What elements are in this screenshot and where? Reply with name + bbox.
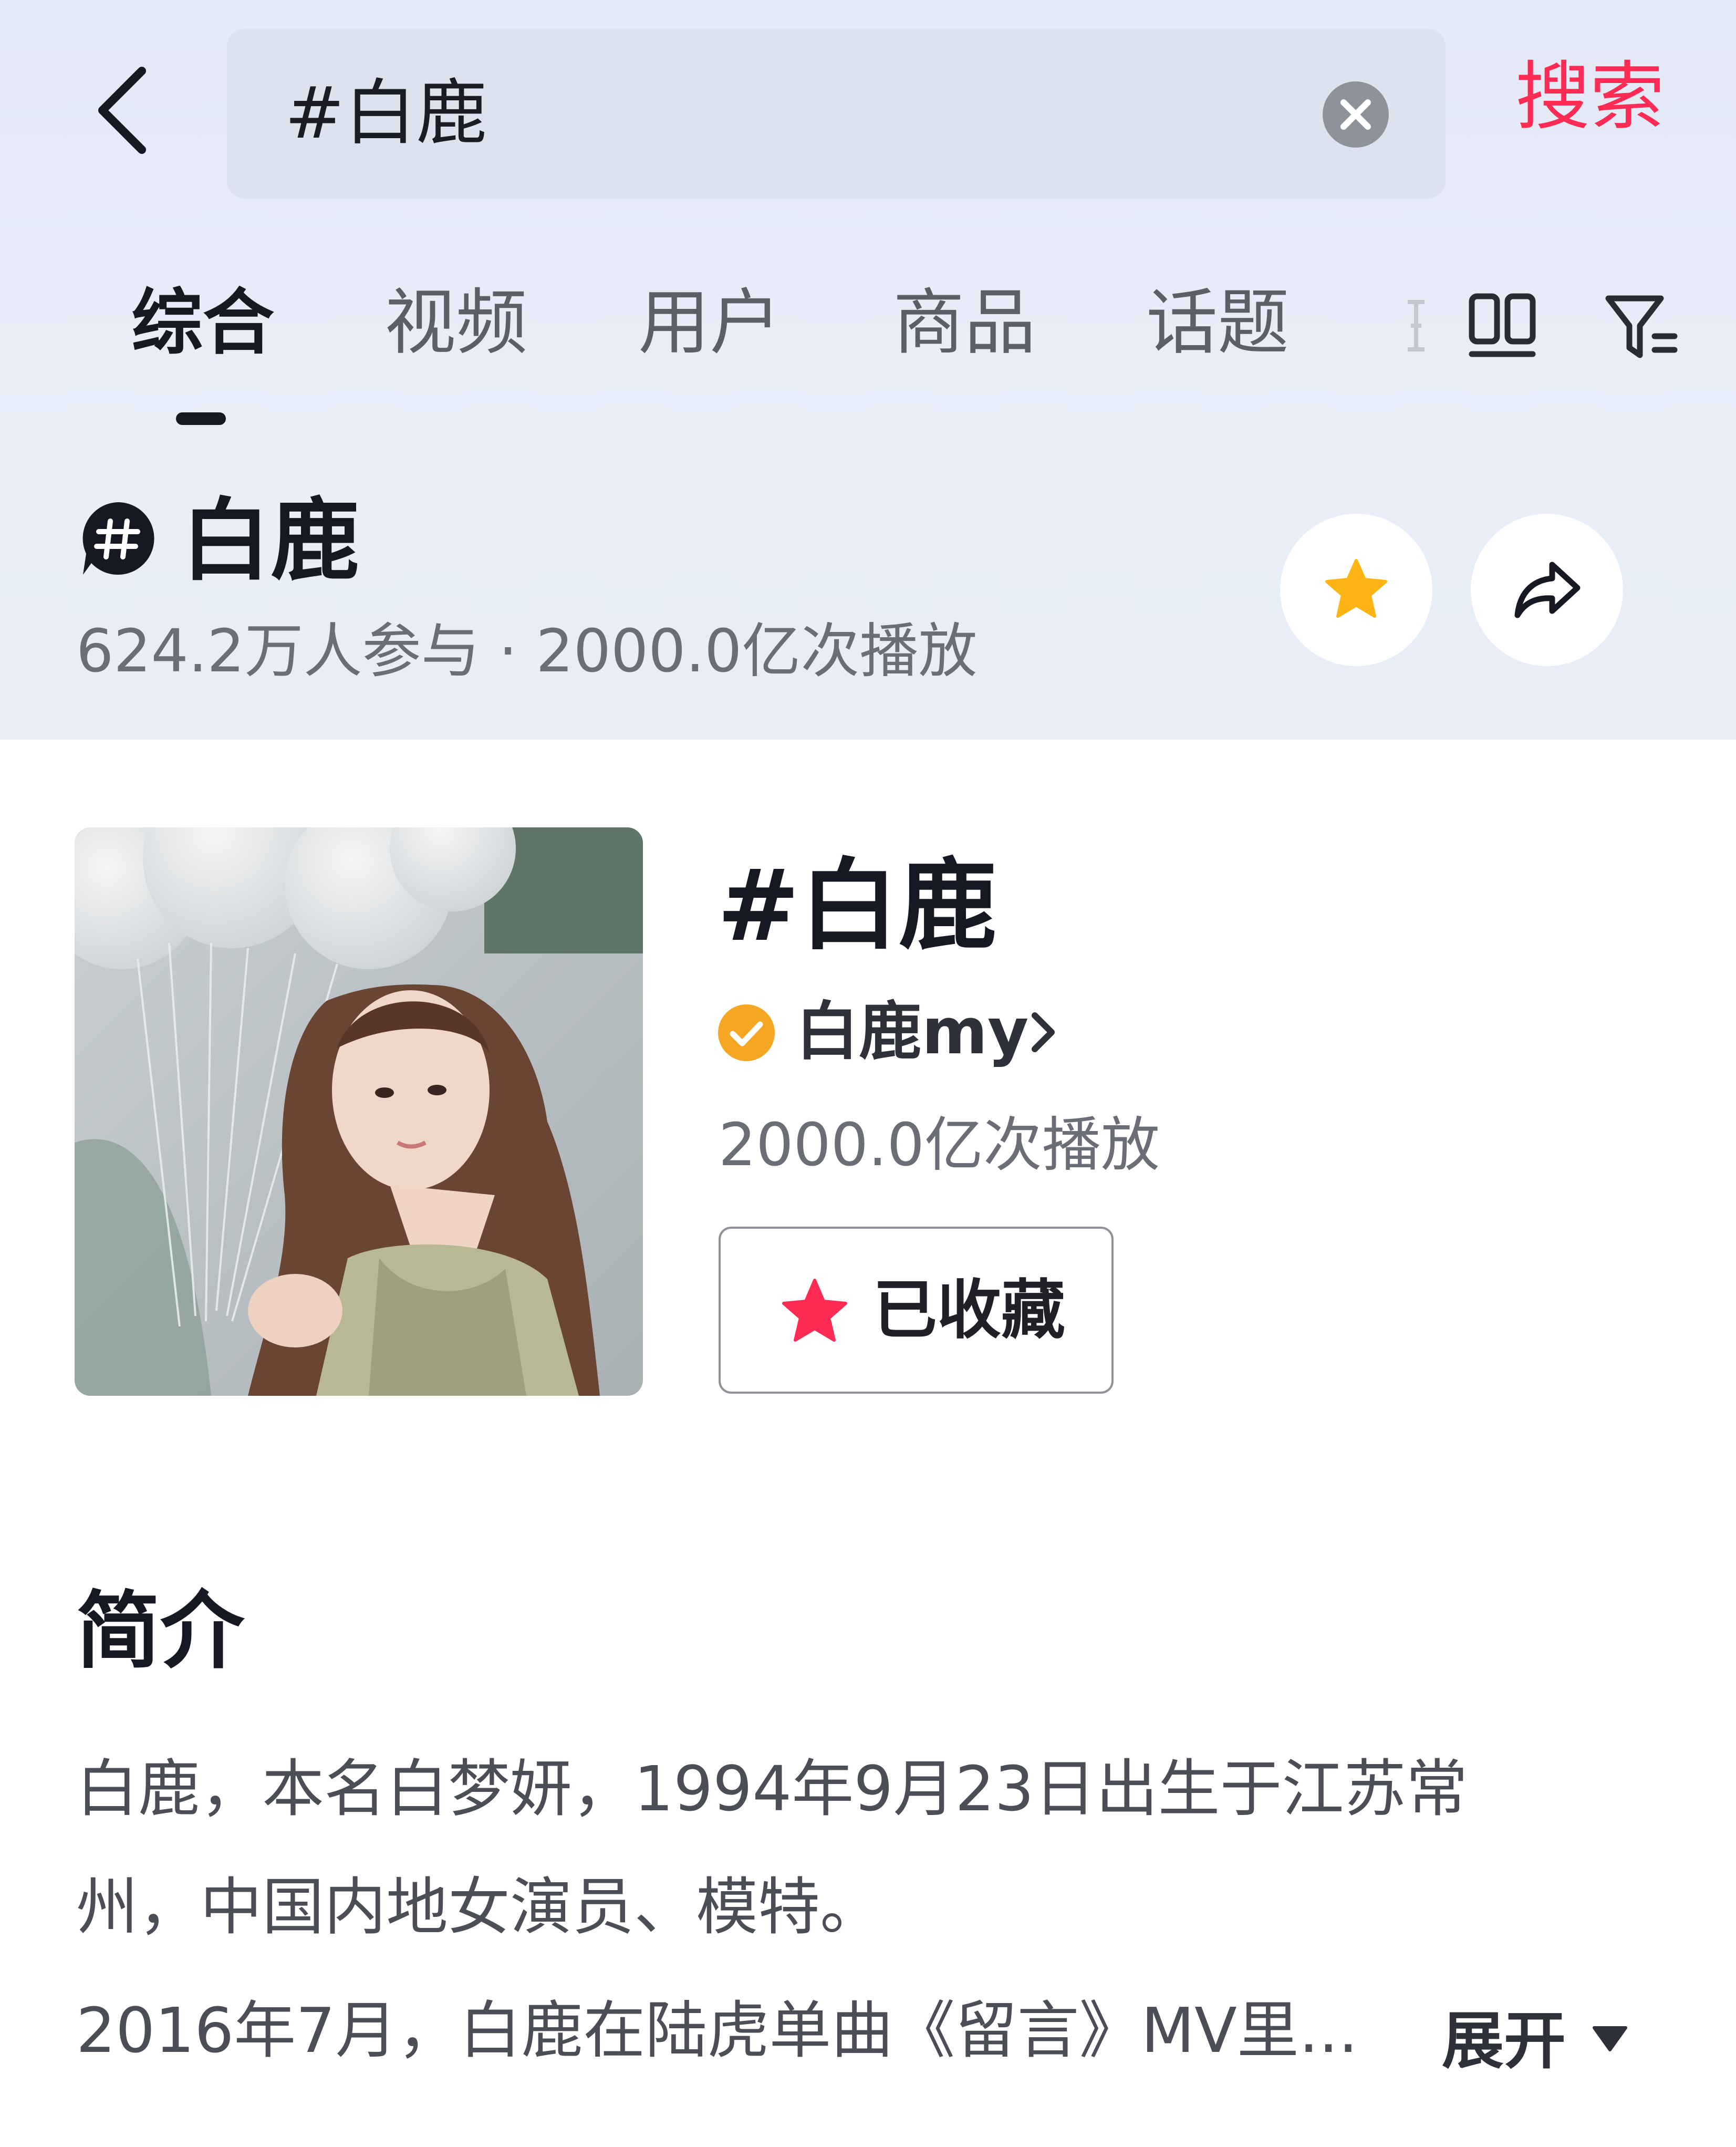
topic-cover-image[interactable] xyxy=(75,827,643,1396)
chevron-right-icon[interactable] xyxy=(1024,1006,1061,1059)
tab-partial-clipped[interactable] xyxy=(1404,297,1429,355)
topic-name: 白鹿 xyxy=(181,489,360,593)
intro-line-2: 州，中国内地女演员、模特。 xyxy=(76,1871,882,1943)
hashtag-bubble-icon xyxy=(79,499,158,578)
expand-button[interactable]: 展开 xyxy=(1442,1983,1566,2099)
search-input[interactable]: #白鹿 xyxy=(285,29,487,199)
card-title: #白鹿 xyxy=(717,848,997,963)
search-button[interactable]: 搜索 xyxy=(1515,47,1665,147)
caret-down-icon[interactable] xyxy=(1589,2017,1631,2059)
chevron-left-icon xyxy=(98,67,146,154)
author-link[interactable]: 白鹿my xyxy=(796,988,1028,1077)
share-button[interactable] xyxy=(1471,514,1623,666)
card-play-count: 2000.0亿次播放 xyxy=(719,1111,1160,1179)
filter-icon[interactable] xyxy=(1602,288,1681,367)
tab-products[interactable]: 商品 xyxy=(893,273,1036,373)
double-column-icon[interactable] xyxy=(1465,289,1539,362)
tab-users[interactable]: 用户 xyxy=(638,273,781,373)
verified-check-icon xyxy=(717,1003,776,1062)
star-filled-icon xyxy=(782,1279,847,1342)
tab-topics[interactable]: 话题 xyxy=(1146,273,1289,373)
intro-line-3: 2016年7月，白鹿在陆虎单曲《留言》MV里... xyxy=(76,1994,1358,2067)
collected-label: 已收藏 xyxy=(873,1273,1065,1347)
collected-button[interactable]: 已收藏 xyxy=(719,1227,1114,1394)
clear-circle-icon[interactable] xyxy=(1323,81,1389,148)
favorite-button[interactable] xyxy=(1280,514,1432,666)
search-bar[interactable]: #白鹿 xyxy=(227,29,1446,199)
back-button[interactable] xyxy=(84,58,163,163)
active-tab-indicator xyxy=(176,412,226,425)
tab-video[interactable]: 视频 xyxy=(384,273,527,373)
intro-title: 简介 xyxy=(76,1582,245,1680)
share-arrow-icon xyxy=(1514,562,1581,618)
intro-line-1: 白鹿，本名白梦妍，1994年9月23日出生于江苏常 xyxy=(76,1752,1468,1825)
tab-comprehensive[interactable]: 综合 xyxy=(131,273,274,373)
star-icon xyxy=(1325,559,1387,618)
topic-stats: 624.2万人参与 · 2000.0亿次播放 xyxy=(76,617,978,686)
